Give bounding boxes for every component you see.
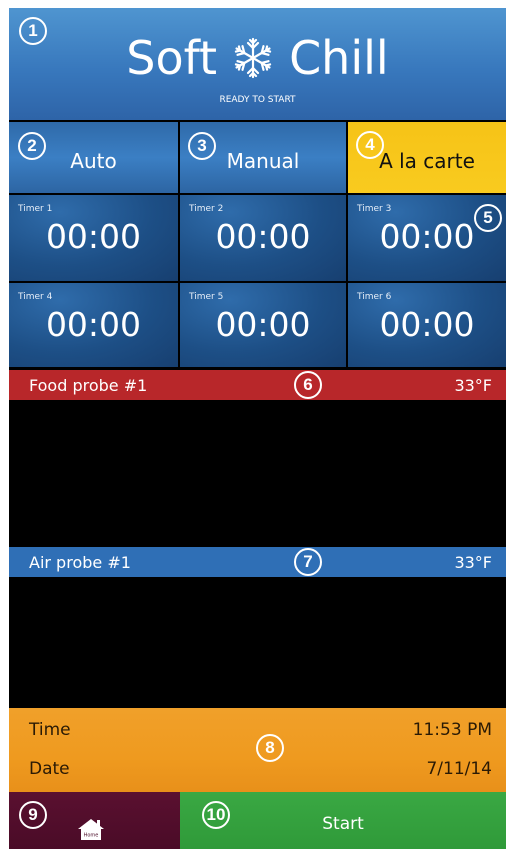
callout-badge-8: 8: [256, 734, 284, 762]
mode-tabs: 2 Auto 3 Manual 4 A la carte: [9, 122, 506, 193]
header: 1 Soft Chill READY TO START: [9, 8, 506, 120]
tab-auto[interactable]: 2 Auto: [9, 122, 178, 193]
home-icon: Home: [78, 819, 104, 840]
soft-chill-screen: 1 Soft Chill READY TO START 2 Auto 3 Man…: [9, 8, 506, 849]
start-button[interactable]: 10 Start: [180, 792, 506, 849]
callout-badge-10: 10: [202, 801, 230, 829]
callout-badge-9: 9: [19, 801, 47, 829]
callout-badge-2: 2: [18, 132, 46, 160]
timer-5-label: Timer 5: [189, 292, 224, 302]
air-probe-value: 33°F: [454, 553, 492, 572]
status-text: READY TO START: [219, 95, 296, 105]
title-soft: Soft: [126, 31, 218, 85]
timer-2[interactable]: Timer 2 00:00: [180, 195, 346, 281]
timer-5[interactable]: Timer 5 00:00: [180, 283, 346, 367]
timer-6-label: Timer 6: [357, 292, 392, 302]
timer-4-label: Timer 4: [18, 292, 53, 302]
timer-1-value: 00:00: [45, 217, 142, 256]
home-icon-label: Home: [84, 833, 99, 839]
timer-2-label: Timer 2: [189, 204, 224, 214]
tab-manual[interactable]: 3 Manual: [180, 122, 346, 193]
callout-badge-6: 6: [294, 371, 322, 399]
callout-badge-7: 7: [294, 548, 322, 576]
timer-2-value: 00:00: [215, 217, 311, 256]
date-value: 7/11/14: [426, 759, 492, 779]
food-probe-graph: [9, 400, 506, 546]
tab-manual-label: Manual: [226, 148, 300, 173]
timer-3[interactable]: Timer 3 00:00 5: [348, 195, 506, 281]
timer-6-value: 00:00: [379, 305, 475, 344]
food-probe-value: 33°F: [454, 376, 492, 395]
timer-4-value: 00:00: [45, 305, 142, 344]
food-probe-name: Food probe #1: [29, 376, 148, 395]
home-button[interactable]: 9 Home: [9, 792, 180, 849]
callout-badge-5: 5: [474, 204, 502, 232]
title-chill: Chill: [289, 31, 389, 85]
tab-a-la-carte[interactable]: 4 A la carte: [348, 122, 506, 193]
timer-3-label: Timer 3: [357, 204, 392, 214]
tab-auto-label: Auto: [70, 148, 117, 173]
tab-a-la-carte-label: A la carte: [379, 148, 475, 173]
air-probe-graph: [9, 577, 506, 708]
air-probe-name: Air probe #1: [29, 553, 131, 572]
app-title: Soft Chill: [9, 28, 506, 88]
time-value: 11:53 PM: [412, 720, 492, 740]
date-label: Date: [29, 759, 70, 779]
start-label: Start: [322, 813, 364, 834]
time-date-panel[interactable]: Time 11:53 PM 8 Date 7/11/14: [9, 708, 506, 792]
timer-1[interactable]: Timer 1 00:00: [9, 195, 178, 281]
snowflake-icon: [233, 37, 274, 79]
air-probe-bar[interactable]: Air probe #1 7 33°F: [9, 547, 506, 577]
timer-4[interactable]: Timer 4 00:00: [9, 283, 178, 367]
timer-5-value: 00:00: [215, 305, 311, 344]
timer-6[interactable]: Timer 6 00:00: [348, 283, 506, 367]
callout-badge-4: 4: [356, 131, 384, 159]
timer-1-label: Timer 1: [18, 204, 53, 214]
time-label: Time: [29, 720, 71, 740]
callout-badge-1: 1: [19, 17, 47, 45]
food-probe-bar[interactable]: Food probe #1 6 33°F: [9, 370, 506, 400]
callout-badge-3: 3: [188, 132, 216, 160]
